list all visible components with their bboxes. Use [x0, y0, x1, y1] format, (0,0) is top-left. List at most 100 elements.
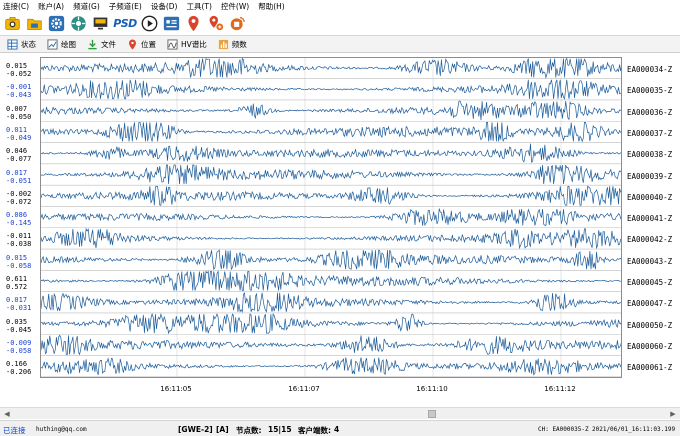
download-icon — [88, 39, 97, 49]
tab-hv-ratio-label: HV谱比 — [181, 39, 207, 49]
waveform-trace-EA000060-Z — [41, 334, 621, 356]
channel-max-value: 0.017 — [6, 168, 28, 177]
menu-item-2[interactable]: 频道(G) — [73, 1, 100, 12]
waveform-trace-EA000039-Z — [41, 164, 621, 185]
channel-min-value: -0.038 — [6, 240, 32, 249]
tab-hv-ratio[interactable]: HV谱比 — [163, 37, 211, 52]
channel-min-value: -0.058 — [6, 346, 32, 355]
channel-name-label[interactable]: EA000037-Z — [627, 129, 672, 138]
channel-name-label[interactable]: EA000039-Z — [627, 172, 672, 181]
connection-status: 已连接 — [3, 426, 26, 435]
tab-plot[interactable]: 绘图 — [43, 37, 80, 52]
channel-name-label[interactable]: EA000047-Z — [627, 299, 672, 308]
tab-frequency[interactable]: 频数 — [214, 37, 251, 52]
time-tick-label: 16:11:05 — [160, 385, 192, 393]
menu-item-1[interactable]: 账户(A) — [38, 1, 64, 12]
channel-name-label[interactable]: EA000060-Z — [627, 342, 672, 351]
sensor-icon[interactable] — [69, 14, 88, 33]
channel-max-value: 0.015 — [6, 62, 28, 70]
channel-min-value: -0.077 — [6, 155, 32, 164]
share-location-icon[interactable] — [206, 14, 225, 33]
psd-icon[interactable]: PSD — [113, 14, 137, 33]
tab-location[interactable]: 位置 — [123, 37, 160, 52]
tab-file[interactable]: 文件 — [83, 37, 120, 52]
scroll-right-arrow-icon[interactable]: ▶ — [668, 409, 678, 419]
channel-name-label[interactable]: EA000035-Z — [627, 86, 672, 95]
time-tick-label: 16:11:12 — [544, 385, 576, 393]
camera-icon[interactable] — [3, 14, 22, 33]
channel-max-value: -0.001 — [6, 83, 32, 92]
scrollbar-thumb[interactable] — [428, 410, 436, 418]
nodes-value: 15|15 — [268, 425, 292, 434]
channel-name-label[interactable]: EA000041-Z — [627, 214, 672, 223]
channel-min-value: -0.058 — [6, 261, 32, 270]
folder-icon[interactable] — [25, 14, 44, 33]
tab-location-label: 位置 — [141, 39, 156, 49]
waveform-trace-EA000036-Z — [41, 100, 621, 121]
channel-name-label[interactable]: EA000042-Z — [627, 235, 672, 244]
tab-status[interactable]: 状态 — [3, 37, 40, 52]
menu-item-3[interactable]: 子频道(E) — [109, 1, 142, 12]
menu-item-5[interactable]: 工具(T) — [186, 1, 211, 12]
psd-label: PSD — [113, 16, 137, 30]
channel-max-value: 0.086 — [6, 211, 28, 220]
waveform-trace-EA000043-Z — [41, 249, 621, 271]
icon-toolbar: PSD — [0, 12, 680, 34]
menu-bar: 连接(C) 账户(A) 频道(G) 子频道(E) 设备(D) 工具(T) 控件(W) 帮助(H… — [0, 0, 680, 12]
time-tick-label: 16:11:10 — [416, 385, 448, 393]
channel-max-value: 0.035 — [6, 317, 28, 326]
menu-item-0[interactable]: 连接(C) — [3, 1, 29, 12]
device-name: [GWE-2] — [178, 425, 213, 434]
waveform-plot[interactable] — [40, 57, 622, 378]
waveform-trace-EA000038-Z — [41, 143, 621, 163]
monitor-icon[interactable] — [91, 14, 110, 33]
status-bar: 已连接 huthing@qq.com [GWE-2] [A] 节点数: 15|1… — [0, 420, 680, 436]
waveform-trace-EA000047-Z — [41, 291, 621, 314]
map-pin-icon — [129, 38, 136, 50]
gear-icon[interactable] — [47, 14, 66, 33]
current-datetime: 2021/06/01_16:11:03.199 — [592, 426, 676, 433]
waveform-trace-EA000041-Z — [41, 208, 621, 227]
channel-min-value: -0.072 — [6, 197, 32, 206]
chart-icon — [47, 38, 58, 50]
menu-item-7[interactable]: 帮助(H) — [258, 1, 285, 12]
menu-item-4[interactable]: 设备(D) — [151, 1, 178, 12]
channel-name-label[interactable]: EA000040-Z — [627, 193, 672, 202]
channel-min-value: -0.050 — [6, 112, 32, 121]
waveform-trace-EA000045-Z — [41, 270, 621, 292]
channel-max-value: 0.011 — [6, 125, 28, 134]
channel-name-label[interactable]: EA000045-Z — [627, 278, 672, 287]
user-email: huthing@qq.com — [36, 426, 87, 433]
device-card-icon[interactable] — [162, 14, 181, 33]
channel-max-value: 0.166 — [6, 360, 28, 369]
channel-min-value: -0.045 — [6, 325, 32, 334]
channel-name-label[interactable]: EA000036-Z — [627, 108, 672, 117]
play-icon[interactable] — [140, 14, 159, 33]
channel-max-value: 0.046 — [6, 147, 28, 156]
broadcast-icon[interactable] — [228, 14, 247, 33]
channel-min-value: -0.206 — [6, 368, 32, 377]
map-pin-icon[interactable] — [184, 14, 203, 33]
channel-min-value: -0.052 — [6, 70, 32, 78]
tab-bar: 状态 绘图 文件 位置 HV谱比 频数 — [0, 35, 680, 53]
nodes-label: 节点数: — [236, 426, 262, 435]
channel-name-label[interactable]: EA000061-Z — [627, 363, 672, 372]
channel-min-value: -0.051 — [6, 176, 32, 185]
channel-max-value: -0.011 — [6, 232, 32, 241]
channel-min-value: -0.049 — [6, 133, 32, 142]
waveform-trace-EA000034-Z — [41, 58, 621, 79]
channel-min-value: -0.043 — [6, 91, 32, 100]
tab-file-label: 文件 — [101, 39, 116, 49]
frequency-icon — [218, 39, 228, 49]
channel-max-value: 0.007 — [6, 104, 28, 113]
channel-name-label[interactable]: EA000034-Z — [627, 65, 672, 74]
menu-item-6[interactable]: 控件(W) — [221, 1, 249, 12]
channel-name-label[interactable]: EA000043-Z — [627, 257, 672, 266]
channel-name-label[interactable]: EA000050-Z — [627, 321, 672, 330]
clients-value: 4 — [334, 425, 340, 434]
waveform-panel: 0.015 -0.052 EA000034-Z -0.001 -0.043 EA00003… — [0, 55, 680, 407]
channel-name-label[interactable]: EA000038-Z — [627, 150, 672, 159]
scroll-left-arrow-icon[interactable]: ◀ — [2, 409, 12, 419]
horizontal-scrollbar[interactable]: ◀ ▶ — [0, 407, 680, 419]
channel-max-value: 0.611 — [6, 275, 28, 283]
